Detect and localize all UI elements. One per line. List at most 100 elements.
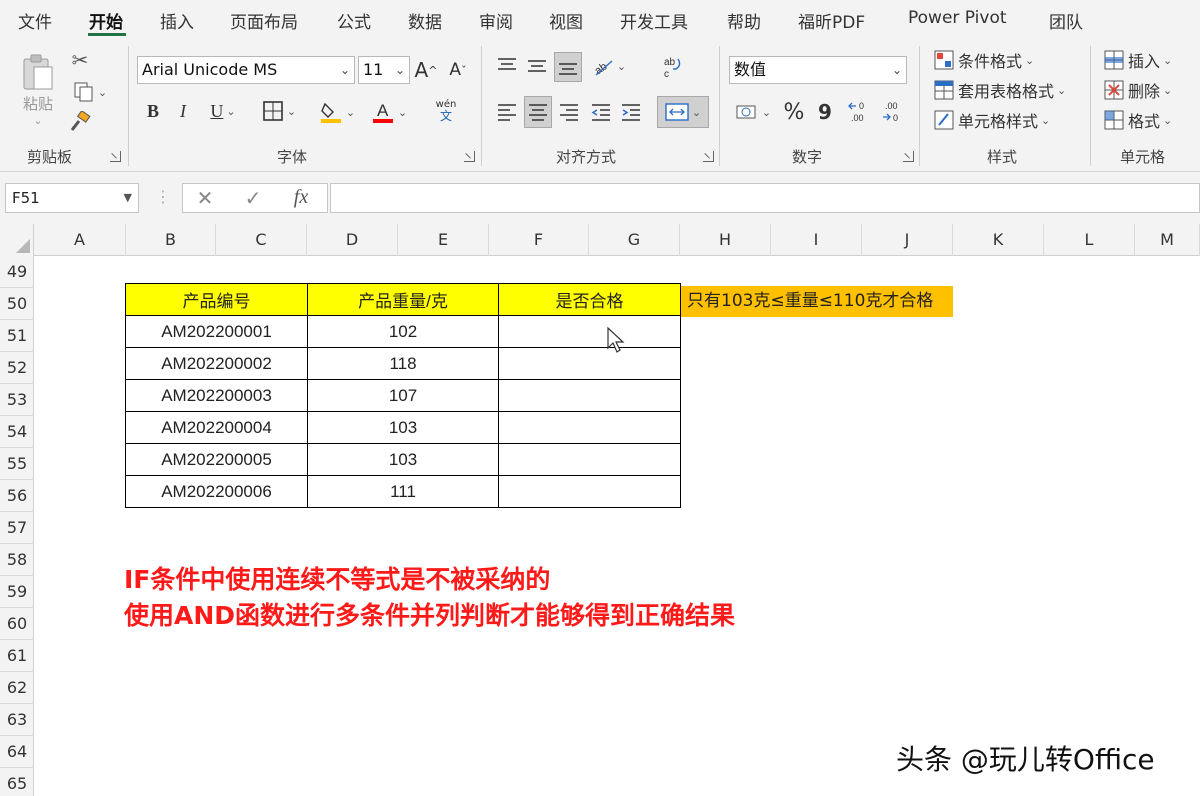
product-weight-cell[interactable]: 103 — [307, 411, 499, 444]
tab-insert[interactable]: 插入 — [160, 8, 194, 33]
name-box[interactable]: F51 ▼ — [5, 183, 139, 213]
row-header-53[interactable]: 53 — [0, 384, 34, 416]
number-format-select[interactable]: 数值 ⌄ — [729, 56, 907, 84]
qualified-cell[interactable] — [498, 379, 681, 412]
copy-button[interactable]: ⌄ — [68, 80, 112, 104]
format-painter-button[interactable] — [68, 110, 92, 134]
increase-indent-button[interactable] — [618, 98, 644, 126]
column-header-f[interactable]: F — [489, 224, 589, 256]
font-name-select[interactable]: Arial Unicode MS ⌄ — [137, 56, 355, 84]
column-header-i[interactable]: I — [771, 224, 862, 256]
row-header-52[interactable]: 52 — [0, 352, 34, 384]
product-weight-cell[interactable]: 102 — [307, 315, 499, 348]
column-header-g[interactable]: G — [589, 224, 680, 256]
tab-data[interactable]: 数据 — [408, 8, 442, 33]
alignment-launcher-icon[interactable] — [703, 151, 714, 162]
enter-check-icon[interactable]: ✓ — [240, 186, 266, 210]
align-top-button[interactable] — [494, 52, 520, 80]
product-id-cell[interactable]: AM202200004 — [125, 411, 308, 444]
clipboard-launcher-icon[interactable] — [110, 151, 121, 162]
select-all-button[interactable] — [0, 224, 34, 256]
delete-cells-button[interactable]: 删除 ⌄ — [1104, 76, 1172, 104]
decrease-decimal-button[interactable]: .00 0 — [880, 96, 908, 128]
header-product-id[interactable]: 产品编号 — [125, 283, 308, 316]
phonetic-guide-button[interactable]: wén 文 — [424, 96, 468, 126]
borders-button[interactable]: ⌄ — [256, 98, 302, 124]
column-header-c[interactable]: C — [216, 224, 307, 256]
format-cells-button[interactable]: 格式 ⌄ — [1104, 106, 1172, 134]
column-header-a[interactable]: A — [34, 224, 126, 256]
tab-view[interactable]: 视图 — [549, 8, 583, 33]
conditional-formatting-button[interactable]: 条件格式 ⌄ — [934, 46, 1034, 74]
increase-decimal-button[interactable]: 0.00 — [846, 96, 874, 128]
align-right-button[interactable] — [556, 98, 582, 126]
product-id-cell[interactable]: AM202200005 — [125, 443, 308, 476]
product-weight-cell[interactable]: 118 — [307, 347, 499, 380]
header-qualified[interactable]: 是否合格 — [498, 283, 681, 316]
criteria-note-cell[interactable]: 只有103克≤重量≤110克才合格 — [681, 286, 953, 317]
align-middle-button[interactable] — [524, 52, 550, 80]
row-header-50[interactable]: 50 — [0, 288, 34, 320]
tab-formulas[interactable]: 公式 — [337, 8, 371, 33]
tab-team[interactable]: 团队 — [1049, 8, 1083, 33]
decrease-indent-button[interactable] — [588, 98, 614, 126]
column-header-e[interactable]: E — [398, 224, 489, 256]
qualified-cell[interactable] — [498, 347, 681, 380]
qualified-cell[interactable] — [498, 315, 681, 348]
comma-style-button[interactable]: 9 — [814, 98, 836, 126]
underline-button[interactable]: U ⌄ — [202, 98, 244, 124]
tab-file[interactable]: 文件 — [18, 8, 52, 33]
column-header-d[interactable]: D — [307, 224, 398, 256]
tab-power-pivot[interactable]: Power Pivot — [908, 8, 1007, 28]
row-header-61[interactable]: 61 — [0, 640, 34, 672]
font-size-select[interactable]: 11 ⌄ — [358, 56, 410, 84]
row-header-49[interactable]: 49 — [0, 256, 34, 288]
percent-style-button[interactable]: % — [782, 98, 806, 126]
tab-developer[interactable]: 开发工具 — [620, 8, 688, 33]
product-id-cell[interactable]: AM202200006 — [125, 475, 308, 508]
product-id-cell[interactable]: AM202200002 — [125, 347, 308, 380]
wrap-text-button[interactable]: ab c — [660, 52, 686, 82]
more-options-icon[interactable]: ⋮ — [155, 187, 171, 206]
product-id-cell[interactable]: AM202200001 — [125, 315, 308, 348]
insert-cells-button[interactable]: 插入 ⌄ — [1104, 46, 1172, 74]
increase-font-size-button[interactable]: A ^ — [414, 56, 438, 84]
cut-button[interactable]: ✂ — [68, 48, 92, 72]
tab-review[interactable]: 审阅 — [479, 8, 513, 33]
header-product-weight[interactable]: 产品重量/克 — [307, 283, 499, 316]
insert-function-button[interactable]: fx — [288, 186, 314, 209]
font-launcher-icon[interactable] — [464, 151, 475, 162]
tab-foxit-pdf[interactable]: 福昕PDF — [798, 8, 865, 33]
format-as-table-button[interactable]: 套用表格格式 ⌄ — [934, 76, 1066, 104]
tab-help[interactable]: 帮助 — [727, 8, 761, 33]
align-center-button[interactable] — [524, 96, 552, 128]
row-header-51[interactable]: 51 — [0, 320, 34, 352]
row-header-55[interactable]: 55 — [0, 448, 34, 480]
tab-page-layout[interactable]: 页面布局 — [230, 8, 298, 33]
merge-center-button[interactable]: ⌄ — [657, 96, 709, 128]
product-weight-cell[interactable]: 103 — [307, 443, 499, 476]
row-header-65[interactable]: 65 — [0, 768, 34, 796]
italic-button[interactable]: I — [172, 98, 194, 124]
cell-styles-button[interactable]: 单元格样式 ⌄ — [934, 106, 1050, 134]
accounting-format-button[interactable]: ⌄ — [731, 98, 775, 126]
product-weight-cell[interactable]: 111 — [307, 475, 499, 508]
orientation-button[interactable]: ab ⌄ — [588, 52, 630, 80]
align-left-button[interactable] — [494, 98, 520, 126]
row-header-63[interactable]: 63 — [0, 704, 34, 736]
formula-input[interactable] — [330, 183, 1200, 213]
qualified-cell[interactable] — [498, 443, 681, 476]
column-header-h[interactable]: H — [680, 224, 771, 256]
column-header-m[interactable]: M — [1135, 224, 1200, 256]
font-color-button[interactable]: A ⌄ — [366, 98, 412, 126]
cancel-icon[interactable]: ✕ — [192, 186, 218, 210]
column-header-l[interactable]: L — [1044, 224, 1135, 256]
row-header-58[interactable]: 58 — [0, 544, 34, 576]
row-header-57[interactable]: 57 — [0, 512, 34, 544]
column-header-j[interactable]: J — [862, 224, 953, 256]
row-header-54[interactable]: 54 — [0, 416, 34, 448]
bold-button[interactable]: B — [142, 98, 164, 124]
qualified-cell[interactable] — [498, 411, 681, 444]
fill-color-button[interactable]: ⌄ — [314, 98, 360, 126]
tab-home[interactable]: 开始 — [89, 8, 123, 33]
